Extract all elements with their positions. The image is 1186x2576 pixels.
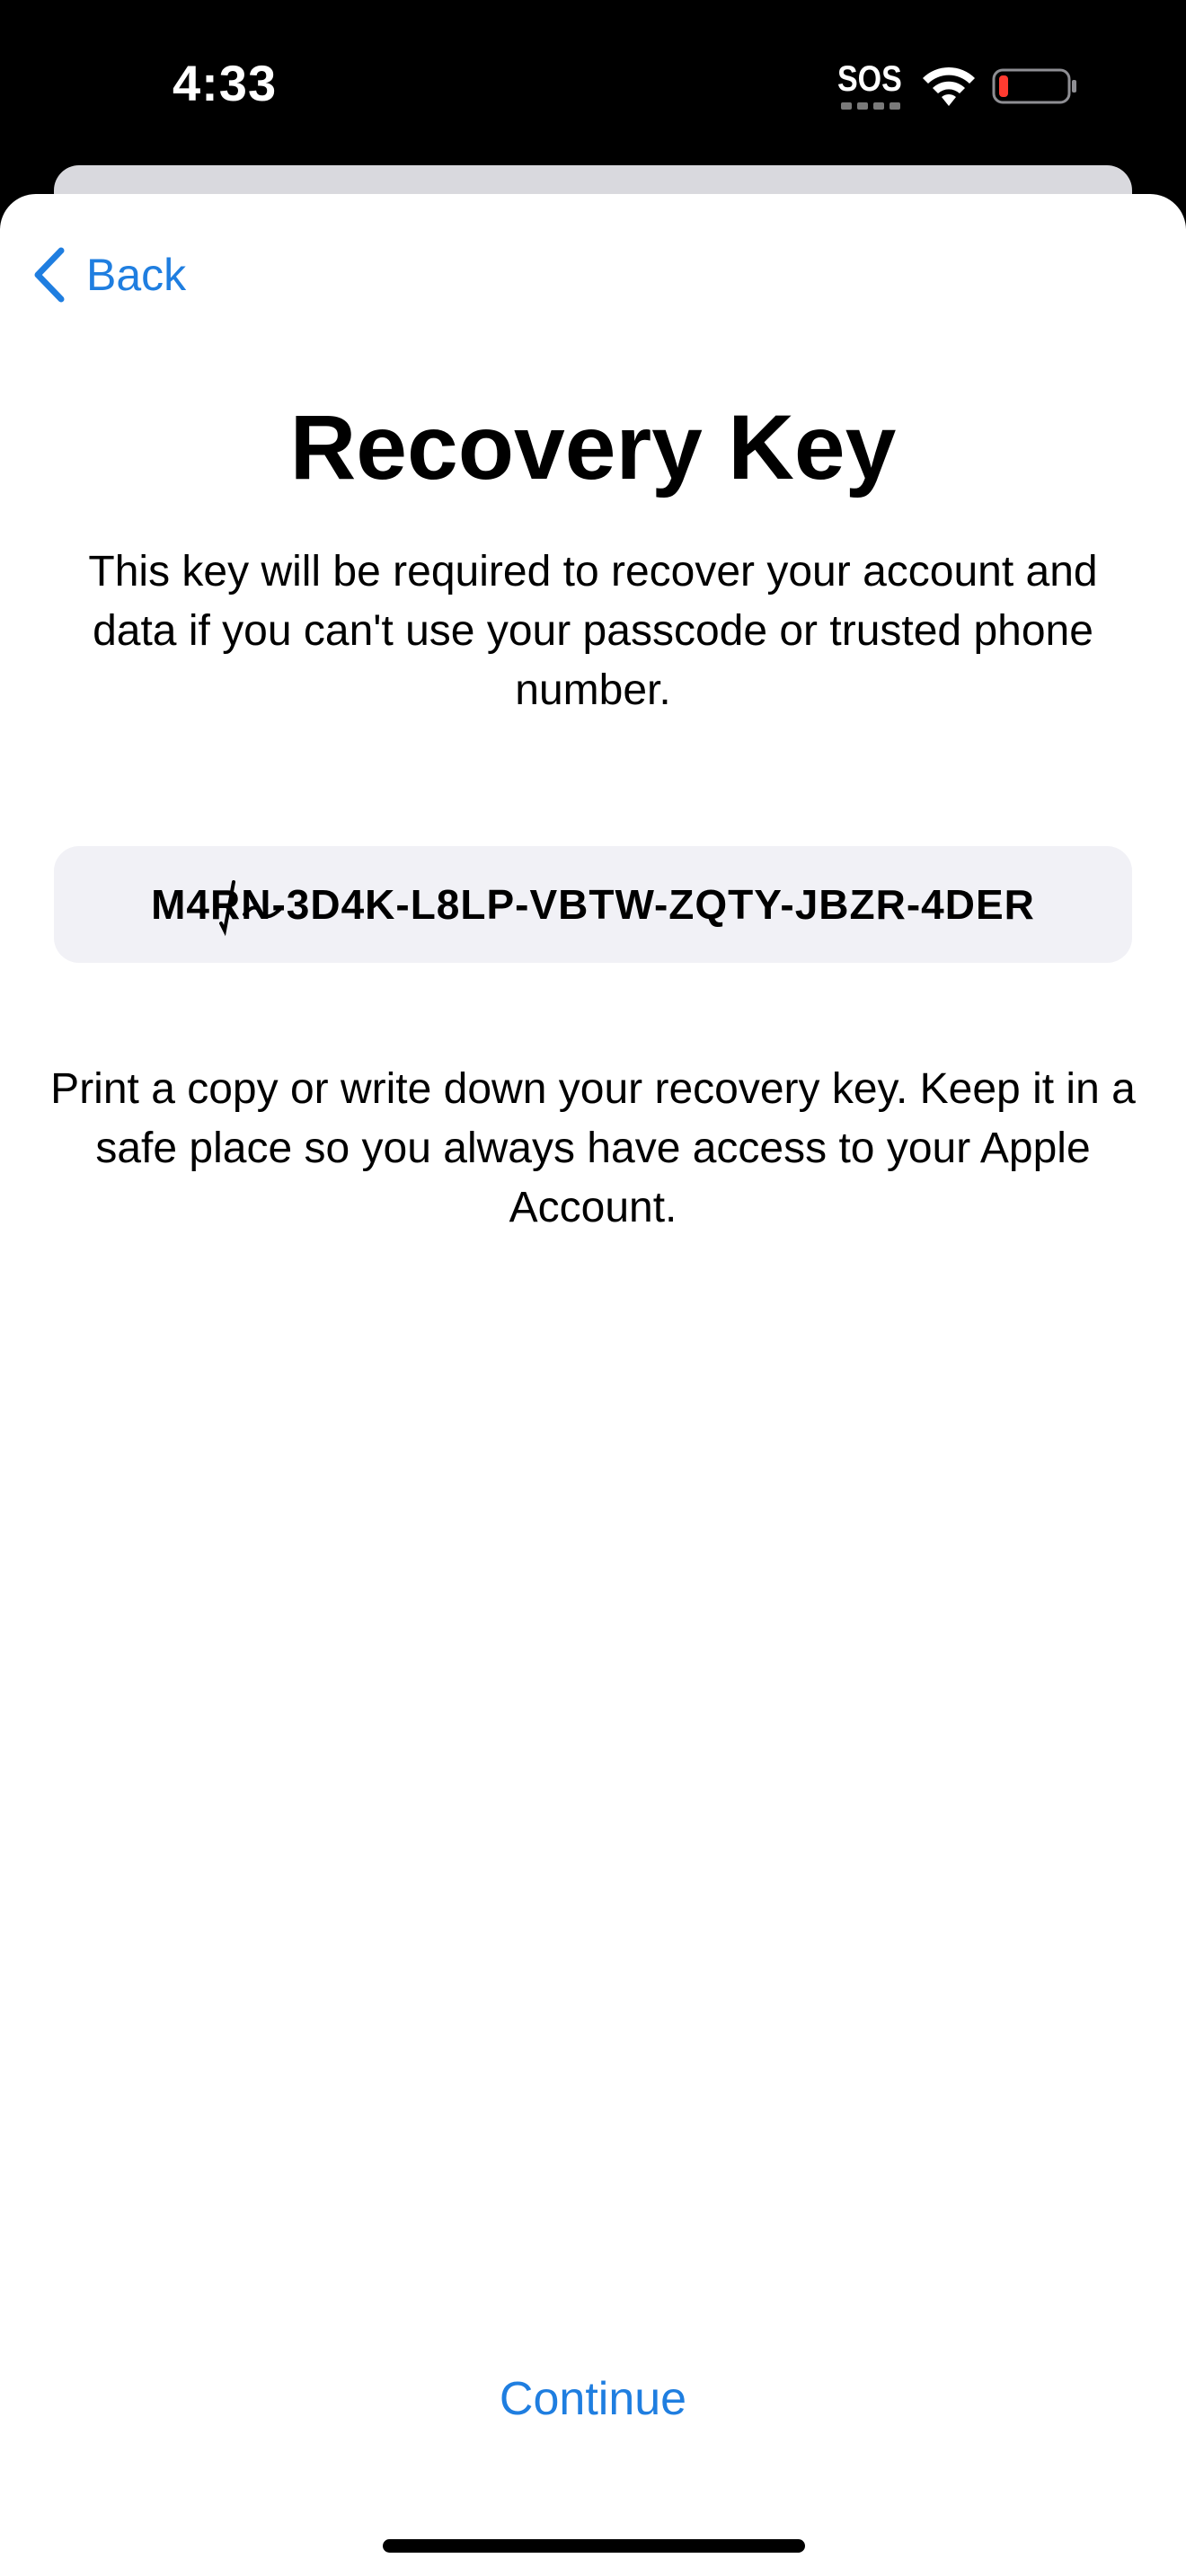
recovery-key-value: M4RN-3D4K-L8LP-VBTW-ZQTY-JBZR-4DER <box>151 880 1035 937</box>
status-time: 4:33 <box>173 55 278 111</box>
description-text: This key will be required to recover you… <box>88 548 1098 714</box>
battery-icon <box>992 68 1076 104</box>
page-title: Recovery Key <box>289 396 897 498</box>
continue-button[interactable]: Continue <box>413 2359 773 2439</box>
recovery-key-sheet: Back Recovery Key This key will be requi… <box>0 194 1186 2576</box>
wifi-icon <box>923 66 975 106</box>
back-label: Back <box>86 250 187 300</box>
signal-dots-icon <box>841 102 900 110</box>
recovery-key-box: M4RN-3D4K-L8LP-VBTW-ZQTY-JBZR-4DER <box>54 846 1132 963</box>
home-indicator <box>383 2539 805 2553</box>
instructions-text: Print a copy or write down your recovery… <box>50 1065 1136 1231</box>
back-button[interactable]: Back <box>32 239 186 311</box>
sos-indicator: SOS <box>837 59 902 99</box>
chevron-left-icon <box>34 247 65 303</box>
status-bar: 4:33 SOS <box>0 0 1186 171</box>
handwritten-mark <box>219 880 283 937</box>
